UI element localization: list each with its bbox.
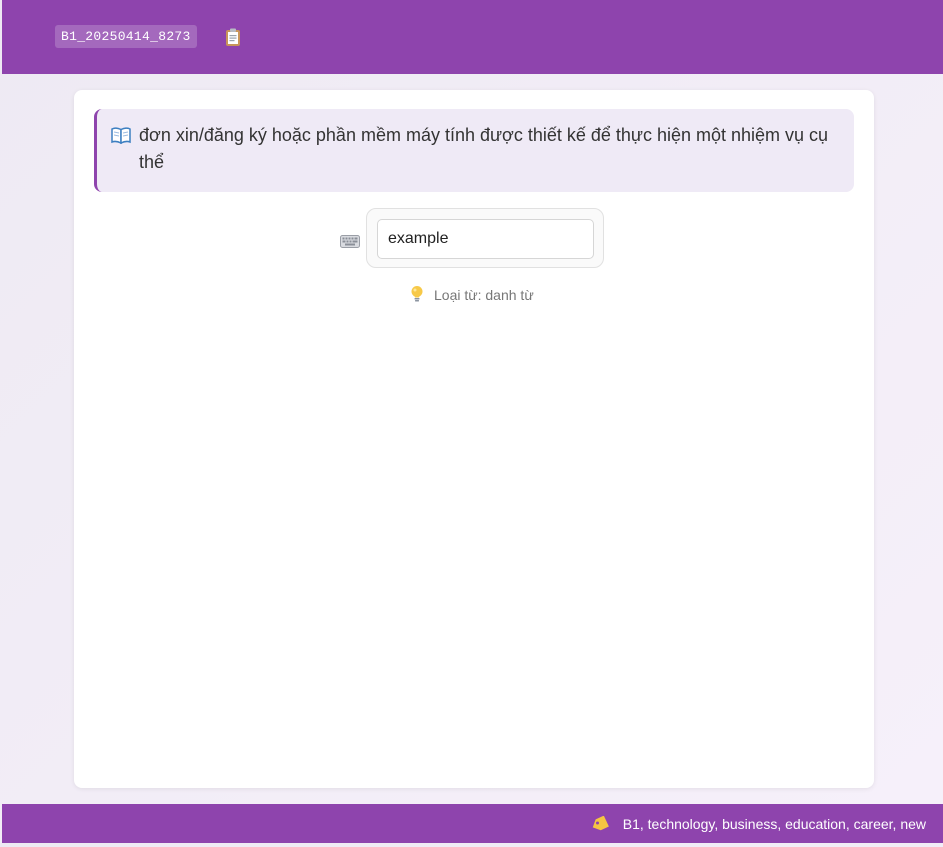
tag-icon [591,807,609,831]
answer-input[interactable] [377,219,594,259]
light-bulb-icon [410,285,424,303]
word-type-hint: Loại từ: danh từ [410,285,534,305]
card-id-badge: B1_20250414_8273 [55,25,197,48]
tags-line: B1, technology, business, education, car… [591,804,926,843]
definition-text: đơn xin/đăng ký hoặc phần mềm máy tính đ… [139,125,829,172]
tags-text: B1, technology, business, education, car… [622,816,926,832]
definition-box: đơn xin/đăng ký hoặc phần mềm máy tính đ… [94,109,854,192]
hint-text: Loại từ: danh từ [434,287,534,303]
header-bar: B1_20250414_8273 [2,0,943,74]
answer-field-wrapper [366,208,604,268]
flashcard: đơn xin/đăng ký hoặc phần mềm máy tính đ… [74,90,874,788]
footer-bar: B1, technology, business, education, car… [2,804,943,843]
keyboard-icon [340,235,360,248]
clipboard-icon[interactable] [224,27,242,47]
open-book-icon [111,125,131,145]
